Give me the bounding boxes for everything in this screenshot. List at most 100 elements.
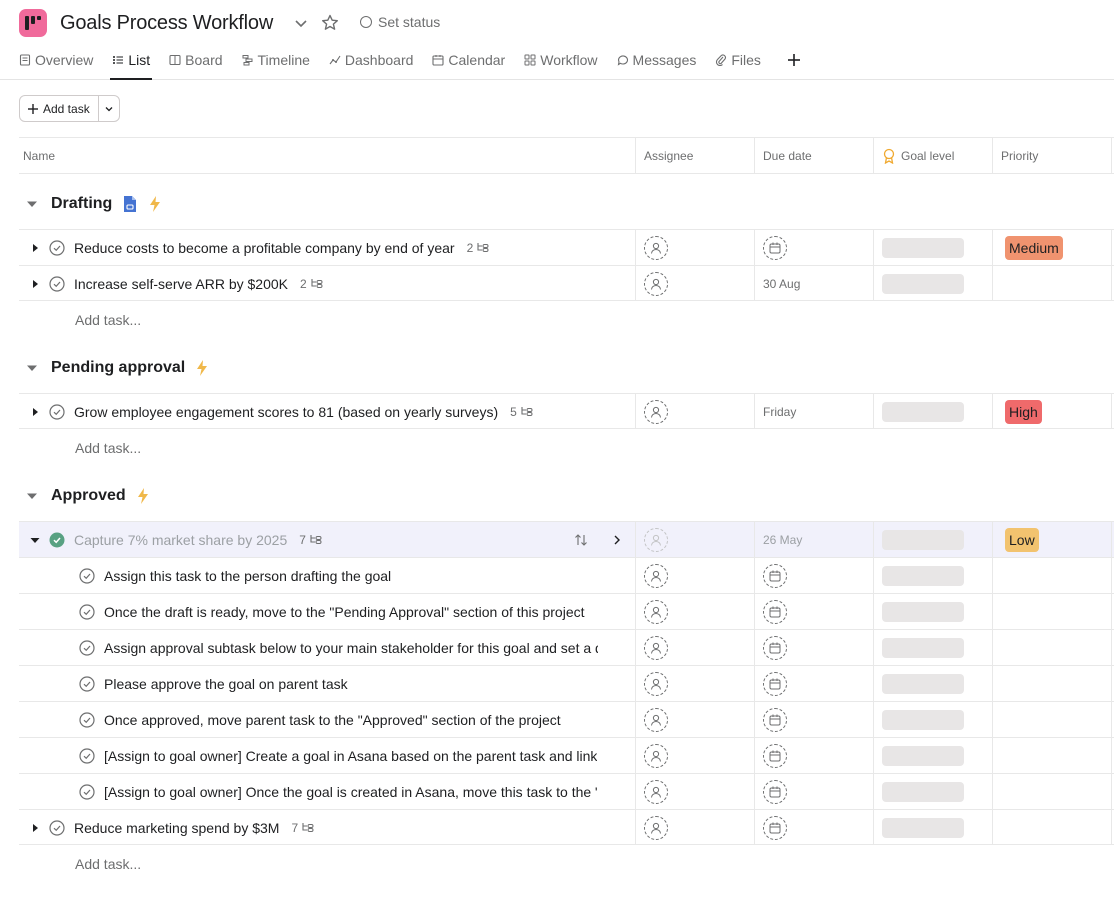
assignee-cell[interactable] bbox=[635, 558, 754, 593]
due-date-cell[interactable] bbox=[754, 738, 873, 773]
set-status-button[interactable]: Set status bbox=[360, 14, 440, 30]
column-assignee[interactable]: Assignee bbox=[635, 138, 754, 174]
assignee-placeholder-icon[interactable] bbox=[644, 743, 668, 768]
priority-cell[interactable] bbox=[992, 774, 1111, 809]
due-date-cell[interactable] bbox=[754, 666, 873, 701]
complete-check-icon[interactable] bbox=[79, 747, 95, 764]
lightning-icon[interactable] bbox=[148, 196, 162, 212]
task-name-cell[interactable]: Reduce costs to become a profitable comp… bbox=[19, 230, 635, 265]
due-date-cell[interactable] bbox=[754, 702, 873, 737]
column-goal-level[interactable]: Goal level bbox=[873, 138, 992, 174]
caret-down-icon[interactable] bbox=[25, 361, 39, 375]
goal-level-cell[interactable] bbox=[873, 702, 992, 737]
assignee-cell[interactable] bbox=[635, 522, 754, 557]
complete-check-icon[interactable] bbox=[79, 567, 95, 584]
assignee-placeholder-icon[interactable] bbox=[644, 779, 668, 804]
due-date-text[interactable]: 26 May bbox=[763, 533, 802, 547]
priority-cell[interactable] bbox=[992, 558, 1111, 593]
goal-level-cell[interactable] bbox=[873, 594, 992, 629]
subtask-name[interactable]: [Assign to goal owner] Once the goal is … bbox=[104, 784, 598, 800]
tab-files[interactable]: Files bbox=[715, 50, 761, 70]
assignee-placeholder-icon[interactable] bbox=[644, 599, 668, 624]
priority-cell[interactable] bbox=[992, 738, 1111, 773]
priority-cell[interactable] bbox=[992, 266, 1111, 301]
subtask-count[interactable]: 7 bbox=[299, 533, 323, 547]
add-task-dropdown[interactable] bbox=[99, 96, 119, 121]
due-date-placeholder-icon[interactable] bbox=[763, 235, 787, 260]
priority-badge[interactable]: Low bbox=[1005, 527, 1039, 552]
section-pending-approval[interactable]: Pending approval bbox=[25, 354, 209, 382]
tab-board[interactable]: Board bbox=[169, 50, 223, 70]
complete-check-icon[interactable] bbox=[49, 239, 65, 256]
assignee-placeholder-icon[interactable] bbox=[644, 563, 668, 588]
assignee-cell[interactable] bbox=[635, 810, 754, 845]
priority-cell[interactable]: Low bbox=[992, 522, 1111, 557]
complete-check-icon[interactable] bbox=[49, 275, 65, 292]
subtask-row[interactable]: Assign approval subtask below to your ma… bbox=[19, 629, 1114, 665]
assignee-cell[interactable] bbox=[635, 594, 754, 629]
task-name[interactable]: Reduce marketing spend by $3M bbox=[74, 820, 279, 836]
column-name[interactable]: Name bbox=[19, 138, 635, 174]
tab-dashboard[interactable]: Dashboard bbox=[329, 50, 413, 70]
due-date-text[interactable]: 30 Aug bbox=[763, 277, 800, 291]
priority-cell[interactable] bbox=[992, 810, 1111, 845]
complete-check-icon[interactable] bbox=[49, 819, 65, 836]
complete-check-icon[interactable] bbox=[79, 711, 95, 728]
caret-right-icon[interactable] bbox=[29, 406, 41, 418]
table-row[interactable]: Increase self-serve ARR by $200K 2 30 Au… bbox=[19, 265, 1114, 301]
goal-level-cell[interactable] bbox=[873, 630, 992, 665]
priority-badge[interactable]: Medium bbox=[1005, 235, 1063, 260]
due-date-cell[interactable] bbox=[754, 630, 873, 665]
task-name[interactable]: Reduce costs to become a profitable comp… bbox=[74, 240, 455, 256]
assignee-cell[interactable] bbox=[635, 666, 754, 701]
task-name-cell[interactable]: Grow employee engagement scores to 81 (b… bbox=[19, 394, 635, 429]
subtask-row[interactable]: Once approved, move parent task to the "… bbox=[19, 701, 1114, 737]
column-priority[interactable]: Priority bbox=[992, 138, 1111, 174]
due-date-placeholder-icon[interactable] bbox=[763, 563, 787, 588]
caret-right-icon[interactable] bbox=[29, 278, 41, 290]
assignee-placeholder-icon[interactable] bbox=[644, 815, 668, 840]
task-name-cell[interactable]: Assign approval subtask below to your ma… bbox=[19, 630, 635, 665]
caret-down-icon[interactable] bbox=[29, 534, 41, 546]
priority-cell[interactable] bbox=[992, 666, 1111, 701]
add-task-button[interactable]: Add task bbox=[20, 96, 99, 121]
subtask-name[interactable]: Once approved, move parent task to the "… bbox=[104, 712, 561, 728]
subtask-name[interactable]: Assign this task to the person drafting … bbox=[104, 568, 391, 584]
table-row-selected[interactable]: Capture 7% market share by 2025 7 26 May… bbox=[19, 521, 1114, 557]
goal-level-cell[interactable] bbox=[873, 266, 992, 301]
assignee-cell[interactable] bbox=[635, 774, 754, 809]
tab-workflow[interactable]: Workflow bbox=[524, 50, 598, 70]
complete-check-icon[interactable] bbox=[79, 675, 95, 692]
subtask-count[interactable]: 2 bbox=[467, 241, 491, 255]
task-name-cell[interactable]: Once the draft is ready, move to the "Pe… bbox=[19, 594, 635, 629]
star-icon[interactable] bbox=[320, 13, 340, 33]
task-name[interactable]: Increase self-serve ARR by $200K bbox=[74, 276, 288, 292]
task-name-cell[interactable]: [Assign to goal owner] Create a goal in … bbox=[19, 738, 635, 773]
task-name-cell[interactable]: Increase self-serve ARR by $200K 2 bbox=[19, 266, 635, 301]
priority-badge[interactable]: High bbox=[1005, 399, 1042, 424]
priority-cell[interactable] bbox=[992, 630, 1111, 665]
subtask-count[interactable]: 7 bbox=[291, 821, 315, 835]
subtask-count[interactable]: 5 bbox=[510, 405, 534, 419]
due-date-cell[interactable] bbox=[754, 810, 873, 845]
complete-check-icon[interactable] bbox=[79, 603, 95, 620]
caret-down-icon[interactable] bbox=[25, 489, 39, 503]
add-task-link[interactable]: Add task... bbox=[75, 440, 141, 456]
assignee-cell[interactable] bbox=[635, 394, 754, 429]
add-tab-icon[interactable] bbox=[786, 52, 802, 68]
table-row[interactable]: Grow employee engagement scores to 81 (b… bbox=[19, 393, 1114, 429]
task-name-cell[interactable]: Please approve the goal on parent task bbox=[19, 666, 635, 701]
subtask-row[interactable]: [Assign to goal owner] Once the goal is … bbox=[19, 773, 1114, 809]
add-task-link[interactable]: Add task... bbox=[75, 312, 141, 328]
task-name-cell[interactable]: Assign this task to the person drafting … bbox=[19, 558, 635, 593]
goal-level-cell[interactable] bbox=[873, 230, 992, 265]
assignee-placeholder-icon[interactable] bbox=[644, 707, 668, 732]
priority-cell[interactable] bbox=[992, 702, 1111, 737]
task-name-cell[interactable]: Capture 7% market share by 2025 7 bbox=[19, 522, 635, 557]
due-date-placeholder-icon[interactable] bbox=[763, 707, 787, 732]
assignee-cell[interactable] bbox=[635, 230, 754, 265]
section-approved[interactable]: Approved bbox=[25, 482, 150, 510]
due-date-cell[interactable] bbox=[754, 230, 873, 265]
priority-cell[interactable]: High bbox=[992, 394, 1111, 429]
assignee-placeholder-icon[interactable] bbox=[644, 527, 668, 552]
